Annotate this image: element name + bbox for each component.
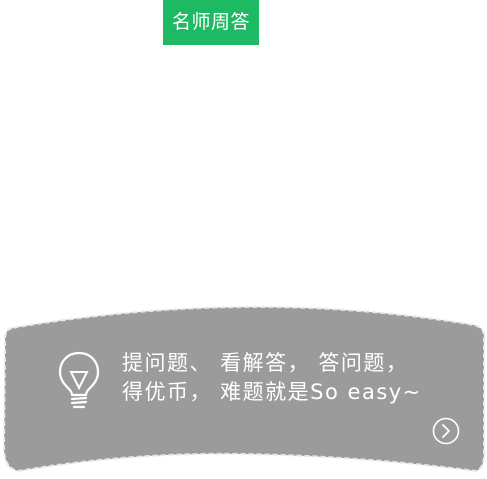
promo-banner: 提问题、 看解答， 答问题， 得优币， 难题就是So easy~ <box>0 300 487 479</box>
chevron-right-circle-icon[interactable] <box>432 417 460 445</box>
tab-teacher-weekly-qa[interactable]: 名师周答 <box>163 0 259 45</box>
banner-slogan: 提问题、 看解答， 答问题， 得优币， 难题就是So easy~ <box>122 349 432 407</box>
slogan-line-1: 提问题、 看解答， 答问题， <box>122 351 409 375</box>
slogan-line-2: 得优币， 难题就是So easy~ <box>122 380 422 404</box>
lightbulb-icon <box>58 351 100 409</box>
page: 名师周答 提问题、 看解答， 答问题， 得优币， 难题就是So easy~ <box>0 0 487 479</box>
